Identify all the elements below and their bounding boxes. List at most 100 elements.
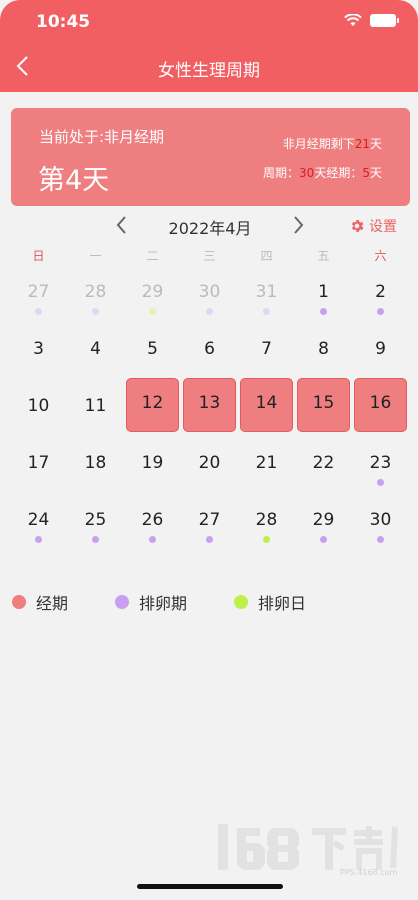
calendar-day[interactable]: 4 <box>67 334 124 391</box>
day-number: 4 <box>90 339 101 359</box>
cycle-summary-card: 当前处于:非月经期 第4天 非月经期剩下21天 周期：30天经期：5天 <box>11 108 410 206</box>
calendar-day[interactable]: 29 <box>124 277 181 334</box>
cycle-marker-dot <box>377 479 384 486</box>
legend-item: 排卵日 <box>234 590 306 614</box>
calendar-day[interactable]: 20 <box>181 448 238 505</box>
weekday-label: 二 <box>146 249 159 263</box>
wifi-icon <box>344 14 362 26</box>
cycle-marker-dot <box>320 536 327 543</box>
cycle-marker-dot <box>206 536 213 543</box>
day-number: 27 <box>27 282 50 302</box>
cycle-prefix: 周期： <box>263 166 300 180</box>
calendar-day[interactable]: 24 <box>10 505 67 562</box>
header-bar: 10:45 女性生理周期 <box>0 0 418 92</box>
cycle-marker-dot <box>377 536 384 543</box>
cycle-marker-dot <box>149 536 156 543</box>
calendar-day[interactable]: 25 <box>67 505 124 562</box>
day-number: 28 <box>255 510 278 530</box>
cycle-marker-dot <box>320 308 327 315</box>
cycle-marker-dot <box>35 308 42 315</box>
watermark-logo <box>218 824 398 870</box>
day-number: 21 <box>255 453 278 473</box>
day-number: 6 <box>204 339 215 359</box>
legend: 经期 排卵期 排卵日 <box>12 590 353 614</box>
calendar-day[interactable]: 1 <box>295 277 352 334</box>
weekday-label: 一 <box>89 249 102 263</box>
weekday-label: 三 <box>203 249 216 263</box>
legend-dot <box>234 595 249 609</box>
legend-label: 经期 <box>36 594 69 613</box>
calendar-grid: 27 28 29 30 31 1 2 3 4 5 6 7 8 9 10 11 12 13 14 15 16 17 18 19 2… <box>10 277 410 562</box>
calendar-day[interactable]: 19 <box>124 448 181 505</box>
calendar-day[interactable]: 27 <box>181 505 238 562</box>
settings-button[interactable]: 设置 <box>349 216 397 236</box>
day-number: 16 <box>369 393 392 413</box>
calendar-day[interactable]: 30 <box>181 277 238 334</box>
day-number: 9 <box>375 339 386 359</box>
calendar-day[interactable]: 27 <box>10 277 67 334</box>
day-number: 13 <box>198 393 221 413</box>
day-number: 26 <box>141 510 164 530</box>
calendar-day[interactable]: 13 <box>181 378 238 448</box>
day-number: 10 <box>27 396 50 416</box>
calendar-day[interactable]: 30 <box>352 505 409 562</box>
legend-item: 排卵期 <box>115 590 187 614</box>
calendar-day[interactable]: 28 <box>238 505 295 562</box>
day-number: 7 <box>261 339 272 359</box>
calendar-week-row: 10 11 12 13 14 15 16 <box>10 378 410 448</box>
cycle-marker-dot <box>92 536 99 543</box>
calendar-week-row: 24 25 26 27 28 29 30 <box>10 505 410 562</box>
day-number: 29 <box>141 282 164 302</box>
day-number: 28 <box>84 282 107 302</box>
calendar-day[interactable]: 14 <box>238 378 295 448</box>
day-number: 18 <box>84 453 107 473</box>
calendar-day[interactable]: 21 <box>238 448 295 505</box>
cycle-suffix: 天 <box>369 166 382 180</box>
calendar-week-row: 27 28 29 30 31 1 2 <box>10 277 410 334</box>
cycle-info-text: 周期：30天经期：5天 <box>263 164 382 181</box>
remaining-days-text: 非月经期剩下21天 <box>283 135 382 152</box>
home-indicator[interactable] <box>137 884 283 889</box>
gear-icon <box>351 220 364 232</box>
calendar-day[interactable]: 11 <box>67 391 124 448</box>
legend-label: 排卵期 <box>139 594 188 613</box>
day-number: 3 <box>33 339 44 359</box>
day-number: 8 <box>318 339 329 359</box>
remaining-suffix: 天 <box>369 137 382 151</box>
calendar-day[interactable]: 31 <box>238 277 295 334</box>
status-time: 10:45 <box>36 12 91 32</box>
calendar-day[interactable]: 23 <box>352 448 409 505</box>
legend-dot <box>115 595 130 609</box>
calendar-day[interactable]: 16 <box>352 378 409 448</box>
calendar-day[interactable]: 12 <box>124 378 181 448</box>
cycle-marker-dot <box>263 308 270 315</box>
current-day-label: 第4天 <box>38 165 110 196</box>
calendar-day[interactable]: 10 <box>10 391 67 448</box>
cycle-marker-dot <box>263 536 270 543</box>
prev-month-button[interactable] <box>114 214 130 236</box>
weekday-header: 日一二三四五六 <box>10 247 410 264</box>
calendar-day[interactable]: 15 <box>295 378 352 448</box>
cycle-marker-dot <box>92 308 99 315</box>
month-label: 2022年4月 <box>168 219 252 238</box>
day-number: 30 <box>198 282 221 302</box>
next-month-button[interactable] <box>290 214 306 236</box>
cycle-marker-dot <box>149 308 156 315</box>
calendar-day[interactable]: 28 <box>67 277 124 334</box>
calendar-day[interactable]: 29 <box>295 505 352 562</box>
cycle-marker-dot <box>35 536 42 543</box>
day-number: 22 <box>312 453 335 473</box>
calendar-day[interactable]: 3 <box>10 334 67 391</box>
calendar-day[interactable]: 26 <box>124 505 181 562</box>
day-number: 23 <box>369 453 392 473</box>
day-number: 12 <box>141 393 164 413</box>
calendar-day[interactable]: 18 <box>67 448 124 505</box>
day-number: 1 <box>318 282 329 302</box>
day-number: 17 <box>27 453 50 473</box>
day-number: 24 <box>27 510 50 530</box>
calendar-day[interactable]: 17 <box>10 448 67 505</box>
day-number: 5 <box>147 339 158 359</box>
calendar-day[interactable]: 22 <box>295 448 352 505</box>
day-number: 15 <box>312 393 335 413</box>
calendar-day[interactable]: 2 <box>352 277 409 334</box>
